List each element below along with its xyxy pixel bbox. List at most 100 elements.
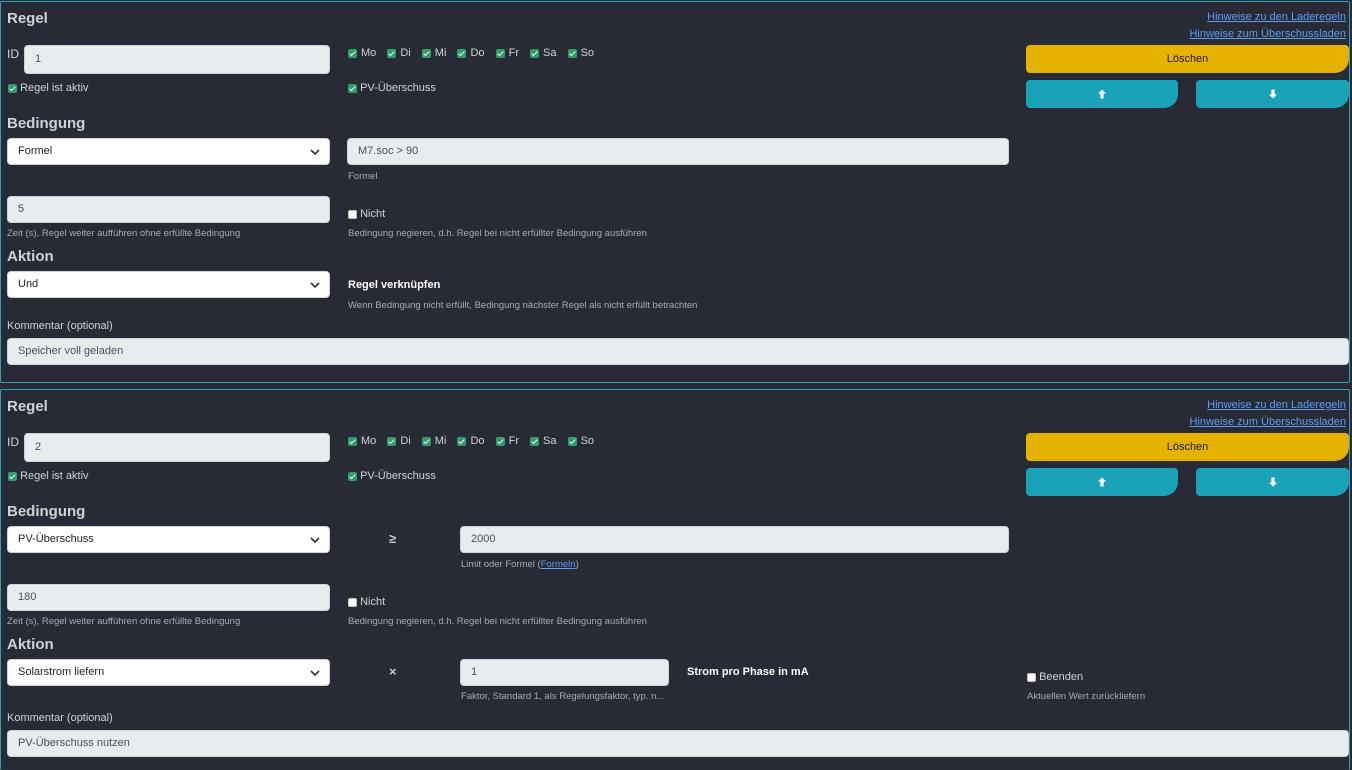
checkbox-checked-icon [387,436,397,446]
chevron-down-icon [310,670,320,677]
checkbox-checked-icon [530,436,540,446]
checkbox-checked-icon [348,471,357,481]
checkbox-checked-icon [495,48,505,58]
day-do[interactable]: Do [457,47,485,59]
checkbox-checked-icon [457,48,467,58]
day-do[interactable]: Do [457,435,485,447]
limit-help: Limit oder Formel (Formeln) [461,559,579,570]
rule-panel-1: Regel Hinweise zu den Laderegeln Hinweis… [0,1,1350,383]
action-heading: Aktion [7,248,54,265]
checkbox-checked-icon [495,436,505,446]
rule-title: Regel [7,10,48,27]
day-mo[interactable]: Mo [348,435,376,447]
comment-input[interactable]: PV-Überschuss nutzen [7,730,1349,757]
weekday-checkboxes: Mo Di Mi Do Fr Sa So [348,435,602,447]
chevron-down-icon [310,149,320,156]
formulas-link[interactable]: Formeln [541,559,576,570]
comment-input[interactable]: Speicher voll geladen [7,338,1349,365]
checkbox-checked-icon [348,83,357,93]
day-fr[interactable]: Fr [495,47,519,59]
checkbox-checked-icon [530,48,540,58]
condition-select[interactable]: Formel [7,138,330,165]
end-checkbox[interactable]: Beenden [1027,671,1083,683]
action-select[interactable]: Solarstrom liefern [7,659,330,686]
checkbox-checked-icon [348,436,357,446]
time-help: Zeit (s), Regel weiter aufführen ohne er… [7,228,241,239]
time-input[interactable]: 180 [7,584,330,611]
action-title: Regel verknüpfen [348,279,441,291]
id-input[interactable]: 2 [24,433,330,462]
limit-input[interactable]: 2000 [460,526,1009,553]
action-help: Wenn Bedingung nicht erfüllt, Bedingung … [348,300,698,311]
chevron-down-icon [310,537,320,544]
day-di[interactable]: Di [387,435,411,447]
day-so[interactable]: So [567,435,594,447]
help-link-rules[interactable]: Hinweise zu den Laderegeln [1207,399,1346,411]
checkbox-unchecked-icon [348,597,357,607]
move-up-button[interactable] [1026,80,1178,108]
checkbox-checked-icon [421,436,431,446]
checkbox-checked-icon [457,436,467,446]
checkbox-checked-icon [421,48,431,58]
checkbox-unchecked-icon [348,209,357,219]
condition-heading: Bedingung [7,503,86,520]
id-label: ID [7,47,19,61]
comment-label: Kommentar (optional) [7,712,113,724]
day-mi[interactable]: Mi [421,435,446,447]
comparison-operator: ≥ [389,531,397,546]
delete-button[interactable]: Löschen [1026,45,1349,73]
day-mo[interactable]: Mo [348,47,376,59]
day-fr[interactable]: Fr [495,435,519,447]
active-checkbox[interactable]: Regel ist aktiv [8,82,89,94]
day-mi[interactable]: Mi [421,47,446,59]
pv-surplus-checkbox[interactable]: PV-Überschuss [348,470,436,482]
action-title: Strom pro Phase in mA [687,666,809,678]
day-sa[interactable]: Sa [530,435,557,447]
action-select[interactable]: Und [7,271,330,298]
help-link-surplus[interactable]: Hinweise zum Überschussladen [1189,416,1346,428]
id-input[interactable]: 1 [24,45,330,74]
formula-input[interactable]: M7.soc > 90 [347,138,1009,165]
day-di[interactable]: Di [387,47,411,59]
condition-select[interactable]: PV-Überschuss [7,526,330,553]
checkbox-checked-icon [567,48,577,58]
not-checkbox[interactable]: Nicht [348,208,385,220]
checkbox-checked-icon [8,471,17,481]
condition-heading: Bedingung [7,115,86,132]
id-label: ID [7,435,19,449]
arrow-up-icon [1098,89,1106,99]
not-checkbox[interactable]: Nicht [348,596,385,608]
active-checkbox[interactable]: Regel ist aktiv [8,470,89,482]
move-up-button[interactable] [1026,468,1178,496]
move-down-button[interactable] [1196,80,1349,108]
comment-label: Kommentar (optional) [7,320,113,332]
arrow-up-icon [1098,477,1106,487]
formula-help: Formel [348,171,378,182]
weekday-checkboxes: Mo Di Mi Do Fr Sa So [348,47,602,59]
not-help: Bedingung negieren, d.h. Regel bei nicht… [348,616,647,627]
not-help: Bedingung negieren, d.h. Regel bei nicht… [348,228,647,239]
help-link-surplus[interactable]: Hinweise zum Überschussladen [1189,28,1346,40]
chevron-down-icon [310,282,320,289]
move-down-button[interactable] [1196,468,1349,496]
checkbox-checked-icon [348,48,357,58]
checkbox-unchecked-icon [1027,672,1036,682]
delete-button[interactable]: Löschen [1026,433,1349,461]
end-help: Aktuellen Wert zurückliefern [1027,691,1146,702]
checkbox-checked-icon [8,83,17,93]
rule-panel-2: Regel Hinweise zu den Laderegeln Hinweis… [0,389,1350,770]
time-help: Zeit (s), Regel weiter aufführen ohne er… [7,616,241,627]
arrow-down-icon [1268,89,1277,99]
multiply-operator: × [389,664,397,679]
pv-surplus-checkbox[interactable]: PV-Überschuss [348,82,436,94]
help-link-rules[interactable]: Hinweise zu den Laderegeln [1207,11,1346,23]
arrow-down-icon [1268,477,1277,487]
factor-input[interactable]: 1 [460,659,669,686]
time-input[interactable]: 5 [7,196,330,223]
action-heading: Aktion [7,636,54,653]
day-so[interactable]: So [567,47,594,59]
checkbox-checked-icon [387,48,397,58]
factor-help: Faktor, Standard 1, als Regelungsfaktor,… [461,691,665,702]
day-sa[interactable]: Sa [530,47,557,59]
checkbox-checked-icon [567,436,577,446]
